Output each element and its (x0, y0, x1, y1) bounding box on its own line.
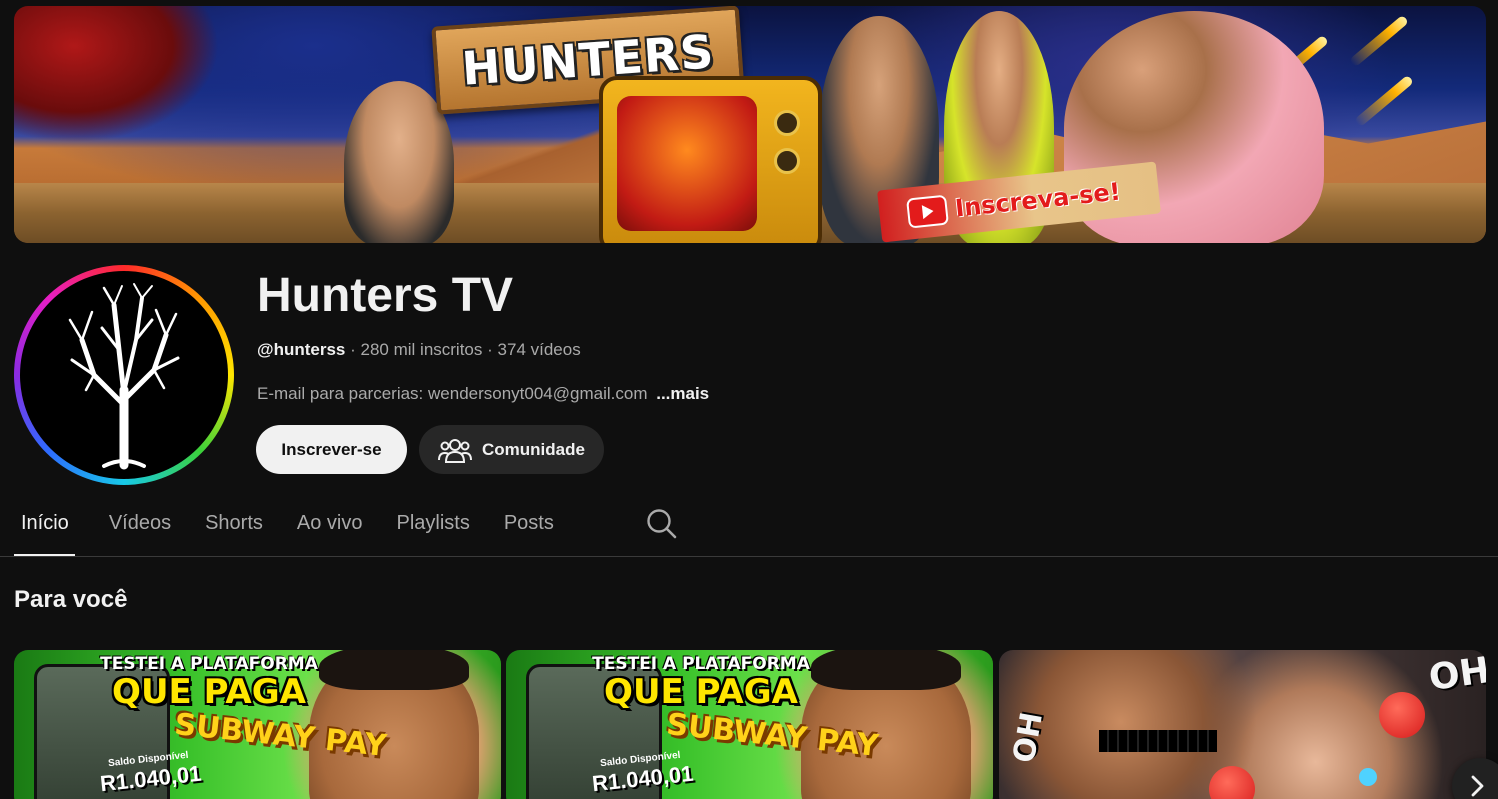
subscribe-label: Inscrever-se (281, 439, 382, 459)
meta-separator: · (350, 340, 356, 359)
channel-tabs: Início Vídeos Shorts Ao vivo Playlists P… (14, 500, 677, 557)
video-thumbnail[interactable]: TESTEI A PLATAFORMA QUE PAGA SUBWAY PAY … (506, 650, 993, 799)
search-icon[interactable] (646, 508, 678, 540)
channel-description[interactable]: E-mail para parcerias: wendersonyt004@gm… (257, 384, 709, 404)
tab-playlists[interactable]: Playlists (396, 500, 469, 556)
avatar-image (20, 271, 228, 479)
banner-tv (599, 76, 822, 243)
thumbnail-overlay-text: OH (1426, 650, 1486, 700)
tv-screen (617, 96, 757, 231)
meteor-graphic (1348, 14, 1410, 68)
community-button[interactable]: Comunidade (419, 425, 604, 474)
thumbnail-overlay-text: OH (1006, 709, 1050, 766)
thumbnail-headline: TESTEI A PLATAFORMA QUE PAGA (592, 654, 810, 712)
tab-ao-vivo[interactable]: Ao vivo (297, 500, 363, 556)
tab-inicio[interactable]: Início (14, 500, 75, 557)
channel-handle: @hunterss (257, 340, 346, 359)
channel-page: HUNTERS Inscreva-se! Hunters TV @hunters… (0, 0, 1498, 799)
thumbnail-headline: TESTEI A PLATAFORMA QUE PAGA (100, 654, 318, 712)
tabs-divider (0, 556, 1498, 557)
people-icon (438, 438, 473, 463)
more-link[interactable]: ...mais (656, 384, 709, 403)
meteor-graphic (1353, 74, 1415, 128)
tear-emoji-icon (1359, 768, 1377, 786)
tv-knob (774, 148, 800, 174)
video-thumbnail[interactable]: OH OH (999, 650, 1486, 799)
angry-emoji-icon (1209, 766, 1255, 799)
description-text: E-mail para parcerias: wendersonyt004@gm… (257, 384, 648, 403)
channel-avatar[interactable] (14, 265, 234, 485)
channel-name: Hunters TV (257, 269, 514, 322)
channel-meta: @hunterss · 280 mil inscritos · 374 víde… (257, 340, 581, 360)
meta-separator: · (487, 340, 493, 359)
tv-knob (774, 110, 800, 136)
tree-icon (68, 283, 180, 470)
sunglasses-graphic (1099, 730, 1217, 752)
subscriber-count: 280 mil inscritos (360, 340, 483, 359)
angry-emoji-icon (1379, 692, 1425, 738)
section-title: Para você (14, 586, 128, 613)
youtube-logo-icon (906, 194, 949, 229)
community-label: Comunidade (482, 439, 585, 459)
channel-banner: HUNTERS Inscreva-se! (14, 6, 1486, 243)
video-thumbnail[interactable]: TESTEI A PLATAFORMA QUE PAGA SUBWAY PAY … (14, 650, 501, 799)
video-count: 374 vídeos (497, 340, 581, 359)
tab-posts[interactable]: Posts (504, 500, 554, 556)
tab-videos[interactable]: Vídeos (109, 500, 171, 556)
chevron-right-icon (1471, 775, 1484, 797)
subscribe-button[interactable]: Inscrever-se (256, 425, 407, 474)
tab-shorts[interactable]: Shorts (205, 500, 263, 556)
